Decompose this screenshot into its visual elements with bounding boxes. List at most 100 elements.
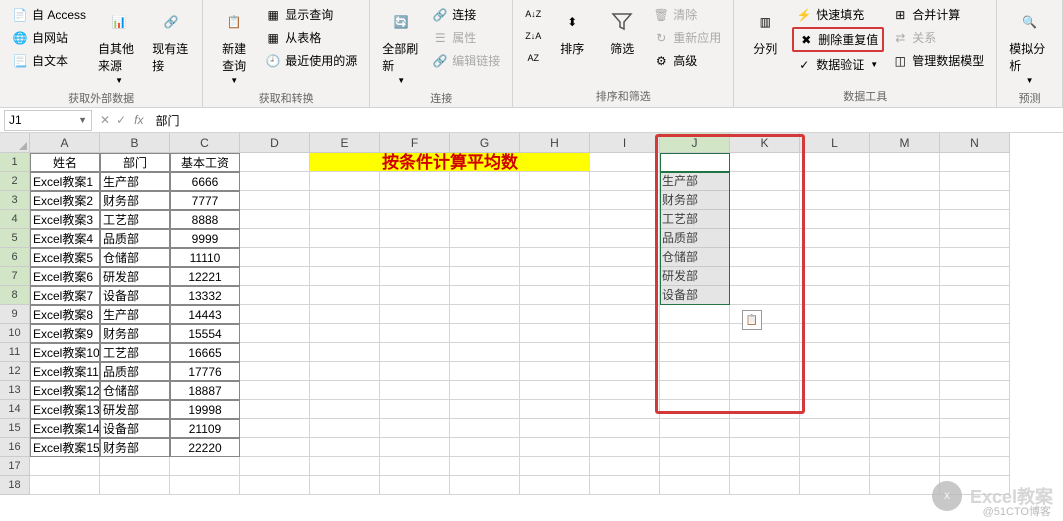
cell[interactable] [870,267,940,286]
from-table-button[interactable]: ▦从表格 [261,27,361,48]
cell[interactable] [240,267,310,286]
cell[interactable] [310,324,380,343]
row-header-5[interactable]: 5 [0,229,30,248]
cell[interactable] [520,305,590,324]
col-header-G[interactable]: G [450,133,520,153]
cell[interactable] [870,362,940,381]
cell[interactable] [800,305,870,324]
cell[interactable] [800,400,870,419]
col-header-B[interactable]: B [100,133,170,153]
cell[interactable] [800,191,870,210]
cell[interactable]: 工艺部 [100,343,170,362]
cell[interactable] [450,172,520,191]
cell[interactable] [590,324,660,343]
recent-button[interactable]: 🕘最近使用的源 [261,50,361,71]
cell[interactable] [240,457,310,476]
cell[interactable] [590,362,660,381]
cell[interactable] [800,362,870,381]
cell[interactable] [310,191,380,210]
cell[interactable]: 工艺部 [100,210,170,229]
cell[interactable] [380,457,450,476]
remove-duplicates-button[interactable]: ✖删除重复值 [792,27,884,52]
row-header-1[interactable]: 1 [0,153,30,172]
col-header-A[interactable]: A [30,133,100,153]
data-model-button[interactable]: ◫管理数据模型 [888,50,988,71]
row-header-2[interactable]: 2 [0,172,30,191]
cell[interactable] [590,438,660,457]
cell[interactable] [310,438,380,457]
cell[interactable] [800,476,870,495]
col-header-M[interactable]: M [870,133,940,153]
cell[interactable] [520,362,590,381]
cell[interactable] [310,229,380,248]
name-box[interactable]: J1▼ [4,110,92,131]
cell[interactable] [380,191,450,210]
cell[interactable] [520,172,590,191]
data-validation-button[interactable]: ✓数据验证▼ [792,54,884,75]
cell[interactable] [940,267,1010,286]
cell[interactable] [450,438,520,457]
cell[interactable] [30,476,100,495]
cell[interactable]: Excel教案13 [30,400,100,419]
row-header-9[interactable]: 9 [0,305,30,324]
cell[interactable] [590,229,660,248]
cell[interactable]: 设备部 [100,286,170,305]
cell[interactable] [450,191,520,210]
cell[interactable] [310,457,380,476]
row-header-8[interactable]: 8 [0,286,30,305]
cell[interactable] [450,286,520,305]
col-header-C[interactable]: C [170,133,240,153]
cell[interactable] [940,210,1010,229]
cell[interactable]: 品质部 [100,229,170,248]
cell[interactable] [800,381,870,400]
cell[interactable]: Excel教案4 [30,229,100,248]
cell[interactable] [30,457,100,476]
cell[interactable] [800,248,870,267]
cell[interactable] [660,438,730,457]
cell[interactable] [520,419,590,438]
cell[interactable] [940,362,1010,381]
cell[interactable] [940,343,1010,362]
cell[interactable]: 6666 [170,172,240,191]
cell[interactable] [520,438,590,457]
sort-button[interactable]: ⬍排序 [549,4,595,71]
cell[interactable] [590,305,660,324]
whatif-button[interactable]: 🔍模拟分析▼ [1005,4,1054,87]
cell[interactable] [240,305,310,324]
cell[interactable] [380,438,450,457]
row-header-10[interactable]: 10 [0,324,30,343]
cell[interactable] [170,476,240,495]
col-header-D[interactable]: D [240,133,310,153]
cell[interactable]: 基本工资 [170,153,240,172]
cell[interactable]: Excel教案14 [30,419,100,438]
cell[interactable] [380,267,450,286]
cell[interactable] [380,400,450,419]
cell[interactable] [520,324,590,343]
cell[interactable] [590,153,660,172]
cell[interactable] [590,476,660,495]
cell[interactable] [870,324,940,343]
cell[interactable] [380,286,450,305]
cell[interactable] [800,324,870,343]
cell[interactable] [870,229,940,248]
cell[interactable] [380,476,450,495]
cell[interactable] [240,419,310,438]
row-header-3[interactable]: 3 [0,191,30,210]
cell[interactable] [520,286,590,305]
cell[interactable] [870,305,940,324]
cell[interactable] [800,172,870,191]
cell[interactable] [870,400,940,419]
cell[interactable]: Excel教案7 [30,286,100,305]
cell[interactable]: Excel教案10 [30,343,100,362]
cell[interactable] [870,457,940,476]
from-text-button[interactable]: 📃自文本 [8,50,90,71]
cell[interactable] [240,324,310,343]
cell[interactable] [870,343,940,362]
fx-icon[interactable]: fx [134,113,143,127]
cell[interactable] [310,419,380,438]
cell[interactable] [940,457,1010,476]
connections-button[interactable]: 🔗连接 [428,4,504,25]
cell[interactable]: 17776 [170,362,240,381]
cell[interactable] [450,343,520,362]
col-header-E[interactable]: E [310,133,380,153]
